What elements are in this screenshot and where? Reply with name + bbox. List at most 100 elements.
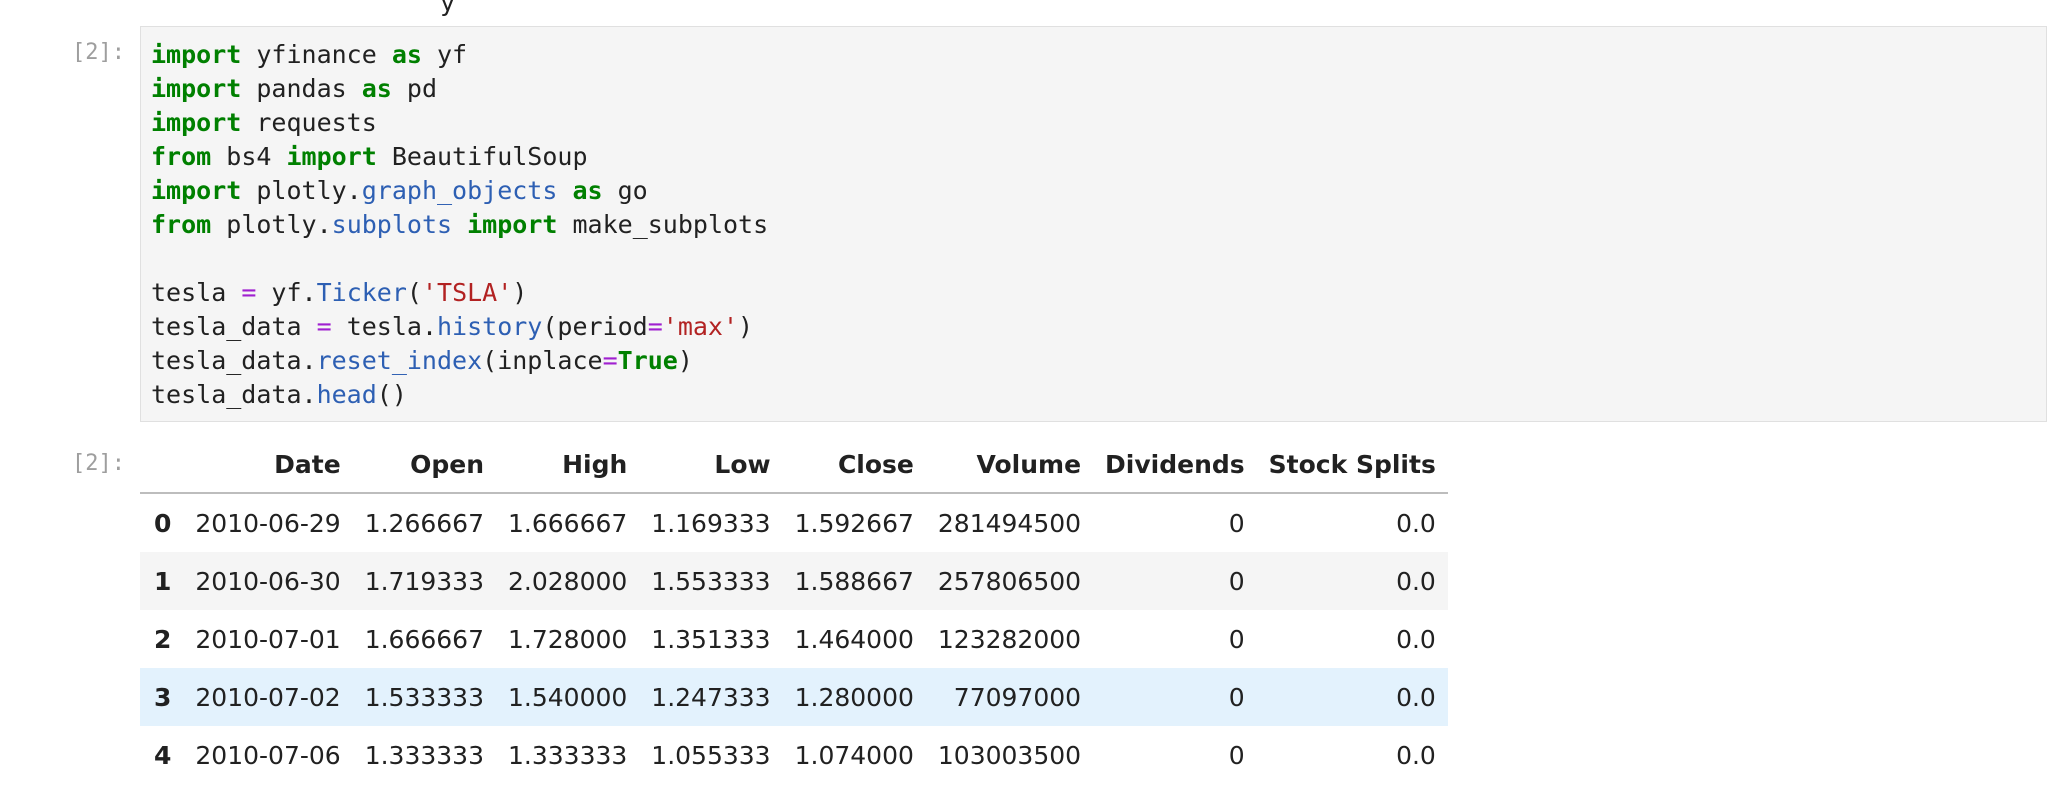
table-cell: 1.055333 <box>651 740 771 770</box>
code-token: tesla_data. <box>151 346 317 375</box>
code-line: from plotly.subplots import make_subplot… <box>151 208 2036 242</box>
code-token: ) <box>738 312 754 341</box>
table-cell: 2010-07-06 <box>195 740 341 770</box>
code-token: import <box>286 142 377 171</box>
table-cell: 257806500 <box>925 552 1094 610</box>
table-cell: 281494500 <box>937 508 1082 538</box>
code-token: Ticker <box>316 278 407 307</box>
column-header: Close <box>782 436 926 494</box>
code-token: ( <box>406 278 422 307</box>
table-cell: 0 <box>1228 740 1245 770</box>
code-token: 'TSLA' <box>421 278 513 307</box>
table-cell: 2.028000 <box>496 552 640 610</box>
code-token: tesla_data. <box>151 380 317 409</box>
table-row: 3 2010-07-02 1.533333 1.540000 1.247333 1.280… <box>140 668 1448 726</box>
column-header: Date <box>183 436 353 494</box>
code-token: plotly. <box>241 176 362 205</box>
table-cell: 1.464000 <box>794 624 914 654</box>
table-cell: 1.266667 <box>364 508 484 538</box>
code-token: go <box>602 176 648 205</box>
table-cell: 1.728000 <box>508 624 628 654</box>
code-token: pandas <box>241 74 362 103</box>
code-token: bs4 <box>211 142 287 171</box>
code-token: 'max' <box>662 312 739 341</box>
index-header <box>140 436 184 494</box>
previous-cell-fragment: y <box>440 0 456 17</box>
table-row: 0 2010-06-29 1.266667 1.666667 1.169333 1.592… <box>140 493 1448 552</box>
table-cell: 2010-06-29 <box>195 508 341 538</box>
notebook-page: y [2]: import yfinance as yf import panda… <box>0 0 2070 812</box>
code-token: = <box>241 278 257 307</box>
code-token: make_subplots <box>557 210 769 239</box>
table-cell: 1.280000 <box>782 668 926 726</box>
code-line: tesla = yf.Ticker('TSLA') <box>151 276 2036 310</box>
table-cell: 0.0 <box>1256 668 1448 726</box>
code-token: requests <box>241 108 377 137</box>
table-row: 1 2010-06-30 1.719333 2.028000 1.553333 1.588… <box>140 552 1448 610</box>
table-cell: 123282000 <box>937 624 1082 654</box>
table-cell: 0 <box>1093 668 1257 726</box>
table-cell: 0.0 <box>1396 508 1436 538</box>
code-token: import <box>151 108 242 137</box>
code-line: from bs4 import BeautifulSoup <box>151 140 2036 174</box>
code-line: import yfinance as yf <box>151 38 2036 72</box>
row-index: 2 <box>154 624 172 654</box>
table-row: 2 2010-07-01 1.666667 1.728000 1.351333 1.464… <box>140 610 1448 668</box>
table-cell: 1.588667 <box>782 552 926 610</box>
table-cell: 1.719333 <box>352 552 496 610</box>
code-token: as <box>391 40 422 69</box>
code-token: yf. <box>256 278 317 307</box>
code-token: as <box>572 176 603 205</box>
code-line: tesla_data.reset_index(inplace=True) <box>151 344 2036 378</box>
code-token: graph_objects <box>361 176 558 205</box>
code-token: () <box>376 380 407 409</box>
column-header: Open <box>352 436 496 494</box>
code-token: yf <box>421 40 468 69</box>
code-line: import plotly.graph_objects as go <box>151 174 2036 208</box>
table-cell: 1.592667 <box>794 508 914 538</box>
table-cell: 0.0 <box>1396 740 1436 770</box>
code-line: tesla_data = tesla.history(period='max') <box>151 310 2036 344</box>
table-row: 4 2010-07-06 1.333333 1.333333 1.055333 1.074… <box>140 726 1448 784</box>
table-cell: 0.0 <box>1256 552 1448 610</box>
row-index: 3 <box>140 668 184 726</box>
column-header: Volume <box>925 436 1094 494</box>
code-token: = <box>316 312 332 341</box>
code-token: ) <box>512 278 528 307</box>
table-cell: 2010-06-30 <box>183 552 353 610</box>
table-cell: 1.553333 <box>639 552 783 610</box>
column-header: Low <box>639 436 783 494</box>
dataframe-output: Date Open High Low Close Volume Dividends Stock… <box>140 436 1448 784</box>
table-cell: 1.333333 <box>364 740 484 770</box>
input-prompt: [2]: <box>72 40 125 65</box>
code-token: subplots <box>331 210 453 239</box>
code-line: tesla_data.head() <box>151 378 2036 412</box>
row-index: 0 <box>154 508 172 538</box>
table-cell: 0 <box>1228 508 1245 538</box>
table-cell: 77097000 <box>925 668 1094 726</box>
table-cell: 1.351333 <box>651 624 771 654</box>
code-token: BeautifulSoup <box>376 142 588 171</box>
code-cell-editor[interactable]: import yfinance as yf import pandas as pd… <box>140 26 2047 422</box>
code-token: tesla_data <box>151 312 317 341</box>
code-token: history <box>437 312 543 341</box>
column-header: High <box>496 436 640 494</box>
code-token: ) <box>677 346 693 375</box>
code-token: = <box>602 346 618 375</box>
table-cell: 1.333333 <box>508 740 628 770</box>
code-token: import <box>151 176 242 205</box>
table-cell: 2010-07-01 <box>195 624 341 654</box>
code-token: from <box>151 210 212 239</box>
output-prompt: [2]: <box>72 451 125 476</box>
table-body: 0 2010-06-29 1.266667 1.666667 1.169333 1.592… <box>140 493 1448 784</box>
code-token: import <box>467 210 558 239</box>
row-index: 1 <box>140 552 184 610</box>
code-token: reset_index <box>316 346 483 375</box>
code-token: = <box>647 312 663 341</box>
column-header: Dividends <box>1093 436 1257 494</box>
table-cell: 1.540000 <box>496 668 640 726</box>
code-token: (period <box>542 312 648 341</box>
